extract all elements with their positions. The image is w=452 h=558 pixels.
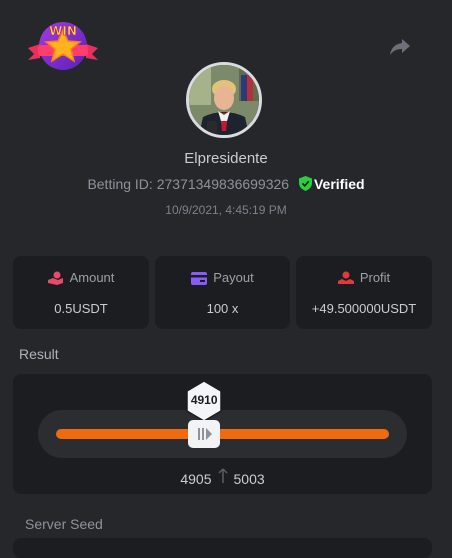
payout-header: Payout	[155, 270, 290, 285]
payout-card: Payout 100 x	[155, 256, 290, 329]
user-avatar	[186, 62, 262, 138]
range-high: 5003	[233, 471, 265, 487]
amount-value: 0.5USDT	[54, 301, 108, 316]
profit-card: Profit +49.500000USDT	[296, 256, 432, 329]
coins-hand-icon	[47, 271, 63, 285]
payout-label: Payout	[213, 270, 254, 285]
result-value: 4910	[190, 393, 218, 407]
server-seed-field	[13, 538, 432, 558]
profit-header: Profit	[296, 270, 432, 285]
profit-value: +49.500000USDT	[311, 301, 417, 316]
betting-id-label: Betting ID:	[87, 176, 153, 192]
wallet-card-icon	[191, 272, 208, 285]
result-range: 4905 5003	[13, 468, 432, 487]
amount-header: Amount	[13, 270, 149, 285]
range-up-arrow-icon	[217, 468, 228, 483]
result-slider-fill	[56, 429, 389, 439]
profit-label: Profit	[359, 270, 391, 285]
money-hand-icon	[337, 271, 354, 284]
result-panel: 4910 4905 5003	[13, 374, 432, 494]
server-seed-label: Server Seed	[25, 516, 103, 532]
payout-value: 100 x	[206, 301, 239, 316]
handle-grip-icon	[198, 428, 213, 440]
username: Elpresidente	[184, 150, 268, 167]
verified-label: Verified	[313, 176, 365, 192]
win-badge-icon: WIN	[26, 18, 100, 74]
verified-shield-icon	[298, 176, 312, 191]
range-low: 4905	[180, 471, 212, 487]
result-value-marker: 4910	[185, 380, 223, 422]
result-label: Result	[19, 346, 59, 362]
amount-card: Amount 0.5USDT	[13, 256, 149, 329]
result-slider-handle[interactable]	[188, 420, 221, 448]
amount-label: Amount	[69, 270, 115, 285]
betting-id-row: Betting ID: 27371349836699326 Verified	[0, 176, 452, 192]
betting-id-value: 27371349836699326	[156, 176, 290, 192]
share-arrow-icon[interactable]	[388, 36, 412, 58]
bet-timestamp: 10/9/2021, 4:45:19 PM	[165, 203, 287, 217]
win-badge-text: WIN	[49, 24, 77, 38]
